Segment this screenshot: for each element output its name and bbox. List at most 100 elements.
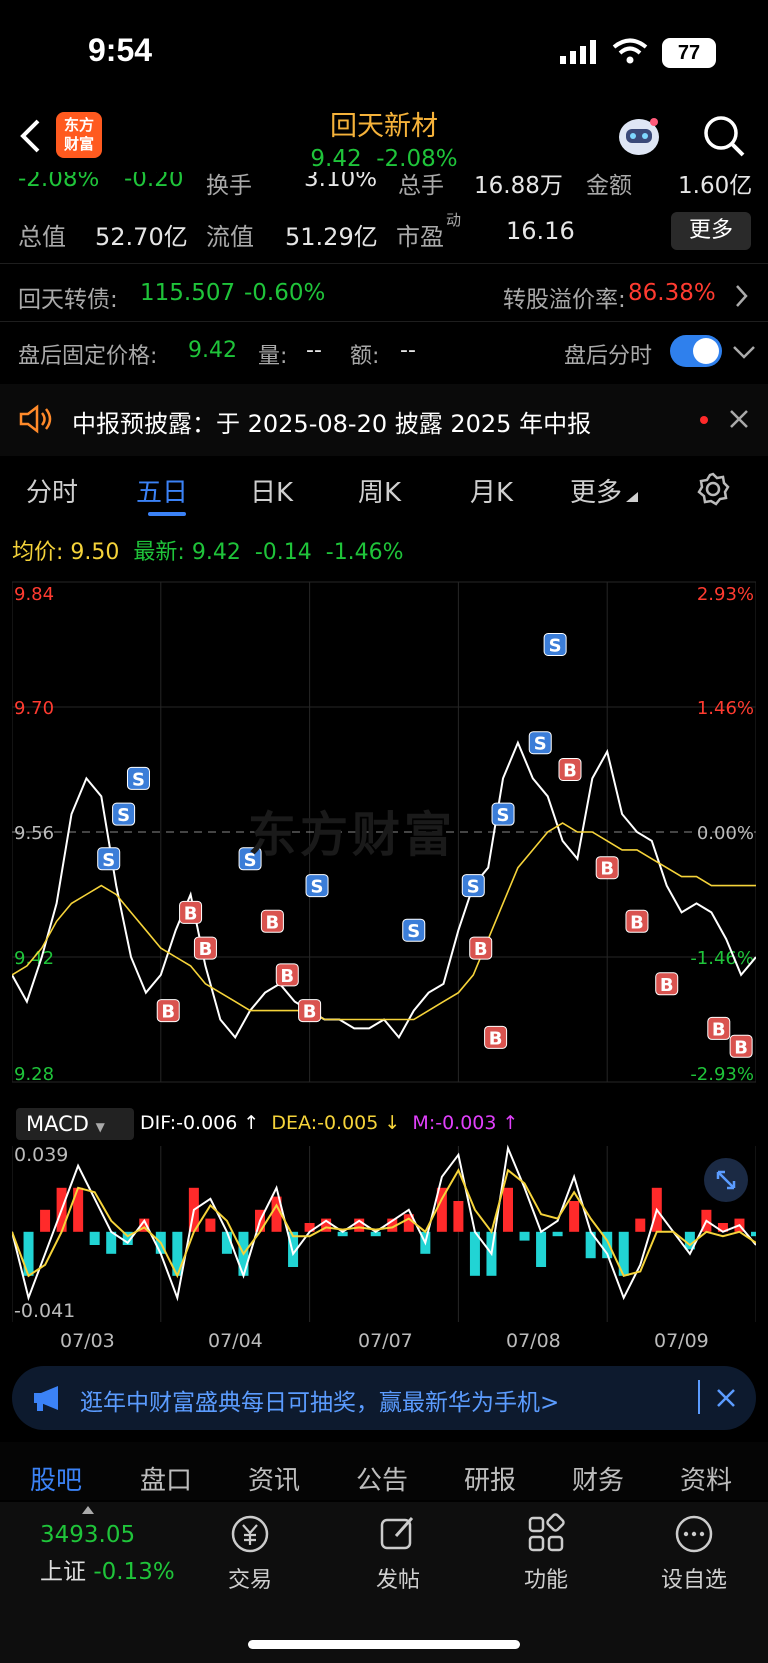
divider	[0, 262, 768, 264]
buy-marker[interactable]: B	[469, 936, 493, 960]
nav-post[interactable]: 发帖	[348, 1512, 448, 1594]
tab-research[interactable]: 研报	[464, 1460, 516, 1497]
latest-chg: -0.14	[254, 540, 312, 565]
sell-marker[interactable]: S	[461, 874, 485, 898]
svg-text:B: B	[489, 1028, 503, 1049]
avg-label: 均价:	[12, 540, 64, 565]
quote-pct: -2.08%	[18, 172, 100, 192]
macd-selector[interactable]: MACD ▼	[16, 1108, 134, 1140]
battery-indicator: 77	[662, 38, 716, 68]
sell-marker[interactable]: S	[126, 766, 150, 790]
svg-text:B: B	[563, 761, 577, 782]
sell-marker[interactable]: S	[543, 633, 567, 657]
close-icon[interactable]	[716, 1388, 736, 1408]
latest-value: 9.42	[191, 540, 241, 565]
header-change: -2.08%	[376, 146, 458, 172]
turnover-value: 3.10%	[304, 172, 378, 192]
close-icon[interactable]	[728, 408, 750, 430]
buy-marker[interactable]: B	[625, 909, 649, 933]
tab-daily-k[interactable]: 日K	[250, 472, 293, 509]
banner-text: 逛年中财富盛典每日可抽奖，赢最新华为手机>	[80, 1390, 560, 1416]
macd-bar	[536, 1231, 547, 1267]
y-tick-left: 9.70	[14, 698, 54, 719]
nav-functions-label: 功能	[523, 1568, 568, 1593]
buy-marker[interactable]: B	[193, 936, 217, 960]
more-icon	[675, 1515, 713, 1553]
nav-post-label: 发帖	[375, 1568, 420, 1593]
after-amt-value: --	[400, 338, 416, 363]
sell-marker[interactable]: S	[491, 802, 515, 826]
svg-text:S: S	[117, 805, 130, 826]
tab-weekly-k[interactable]: 周K	[358, 472, 401, 509]
svg-text:S: S	[497, 805, 510, 826]
macd-dea: DEA:-0.005 ↓	[271, 1112, 401, 1134]
tab-pankou[interactable]: 盘口	[140, 1460, 192, 1497]
header-price: 9.42	[310, 146, 362, 172]
nav-trade[interactable]: 交易	[200, 1512, 300, 1594]
svg-text:B: B	[161, 1002, 175, 1023]
buy-marker[interactable]: B	[655, 972, 679, 996]
premium-label: 转股溢价率:	[503, 287, 626, 313]
buy-marker[interactable]: B	[729, 1034, 753, 1058]
tab-finance[interactable]: 财务	[572, 1460, 624, 1497]
sell-marker[interactable]: S	[528, 731, 552, 755]
promo-banner[interactable]: 逛年中财富盛典每日可抽奖，赢最新华为手机>	[12, 1366, 756, 1430]
buy-marker[interactable]: B	[484, 1025, 508, 1049]
triangle-down-icon: ▼	[95, 1120, 105, 1134]
macd-bar	[503, 1187, 513, 1232]
nav-add-watchlist-label: 设自选	[660, 1568, 727, 1593]
pe-value: 16.16	[506, 217, 575, 245]
tab-profile[interactable]: 资料	[680, 1460, 732, 1497]
macd-values: DIF:-0.006 ↑ DEA:-0.005 ↓ M:-0.003 ↑	[140, 1112, 518, 1134]
status-bar: 9:54 77	[0, 0, 768, 100]
svg-text:S: S	[102, 850, 115, 871]
macd-chart[interactable]	[12, 1142, 756, 1326]
macd-bar	[519, 1231, 530, 1241]
sell-marker[interactable]: S	[402, 918, 426, 942]
notice-bar[interactable]: 中报预披露：于 2025-08-20 披露 2025 年中报	[0, 384, 768, 456]
turnover-label: 换手	[206, 173, 252, 199]
volume-value: 16.88万	[474, 173, 563, 199]
buy-marker[interactable]: B	[595, 856, 619, 880]
latest-pct: -1.46%	[325, 540, 404, 565]
search-icon[interactable]	[702, 114, 746, 158]
y-tick-right: 0.00%	[697, 823, 754, 844]
buy-marker[interactable]: B	[707, 1016, 731, 1040]
sell-marker[interactable]: S	[305, 874, 329, 898]
tab-five-day[interactable]: 五日	[136, 472, 188, 509]
tab-intraday[interactable]: 分时	[26, 472, 78, 509]
svg-text:B: B	[660, 975, 674, 996]
after-hours-label: 盘后固定价格:	[18, 344, 158, 369]
robot-assistant-icon[interactable]	[614, 112, 664, 162]
signal-icon	[560, 40, 596, 64]
expand-button[interactable]	[704, 1158, 748, 1202]
watermark: 东方财富	[248, 807, 457, 863]
chevron-down-icon[interactable]	[732, 344, 756, 360]
sell-marker[interactable]: S	[112, 802, 136, 826]
svg-text:B: B	[734, 1037, 748, 1058]
tab-announcements[interactable]: 公告	[356, 1460, 408, 1497]
nav-trade-label: 交易	[227, 1568, 272, 1593]
tab-monthly-k[interactable]: 月K	[470, 472, 513, 509]
gear-icon[interactable]	[696, 472, 730, 506]
buy-marker[interactable]: B	[275, 963, 299, 987]
bond-row[interactable]: 回天转债: 115.507 -0.60% 转股溢价率: 86.38%	[0, 278, 768, 314]
nav-functions[interactable]: 功能	[496, 1512, 596, 1594]
buy-marker[interactable]: B	[156, 999, 180, 1023]
tab-more[interactable]: 更多	[570, 472, 622, 509]
tab-news[interactable]: 资讯	[248, 1460, 300, 1497]
buy-marker[interactable]: B	[179, 900, 203, 924]
buy-marker[interactable]: B	[558, 758, 582, 782]
after-hours-toggle[interactable]	[670, 335, 722, 367]
float-label: 流值	[206, 223, 254, 251]
svg-text:S: S	[311, 877, 324, 898]
buy-marker[interactable]: B	[298, 999, 322, 1023]
index-widget[interactable]: 3493.05 上证 -0.13%	[40, 1522, 175, 1586]
bond-label: 回天转债:	[18, 287, 118, 313]
buy-marker[interactable]: B	[260, 909, 284, 933]
tab-guba[interactable]: 股吧	[30, 1460, 82, 1497]
nav-add-watchlist[interactable]: 设自选	[644, 1512, 744, 1594]
sell-marker[interactable]: S	[97, 847, 121, 871]
after-timeshare-label: 盘后分时	[564, 344, 653, 369]
more-button[interactable]: 更多	[671, 212, 751, 250]
